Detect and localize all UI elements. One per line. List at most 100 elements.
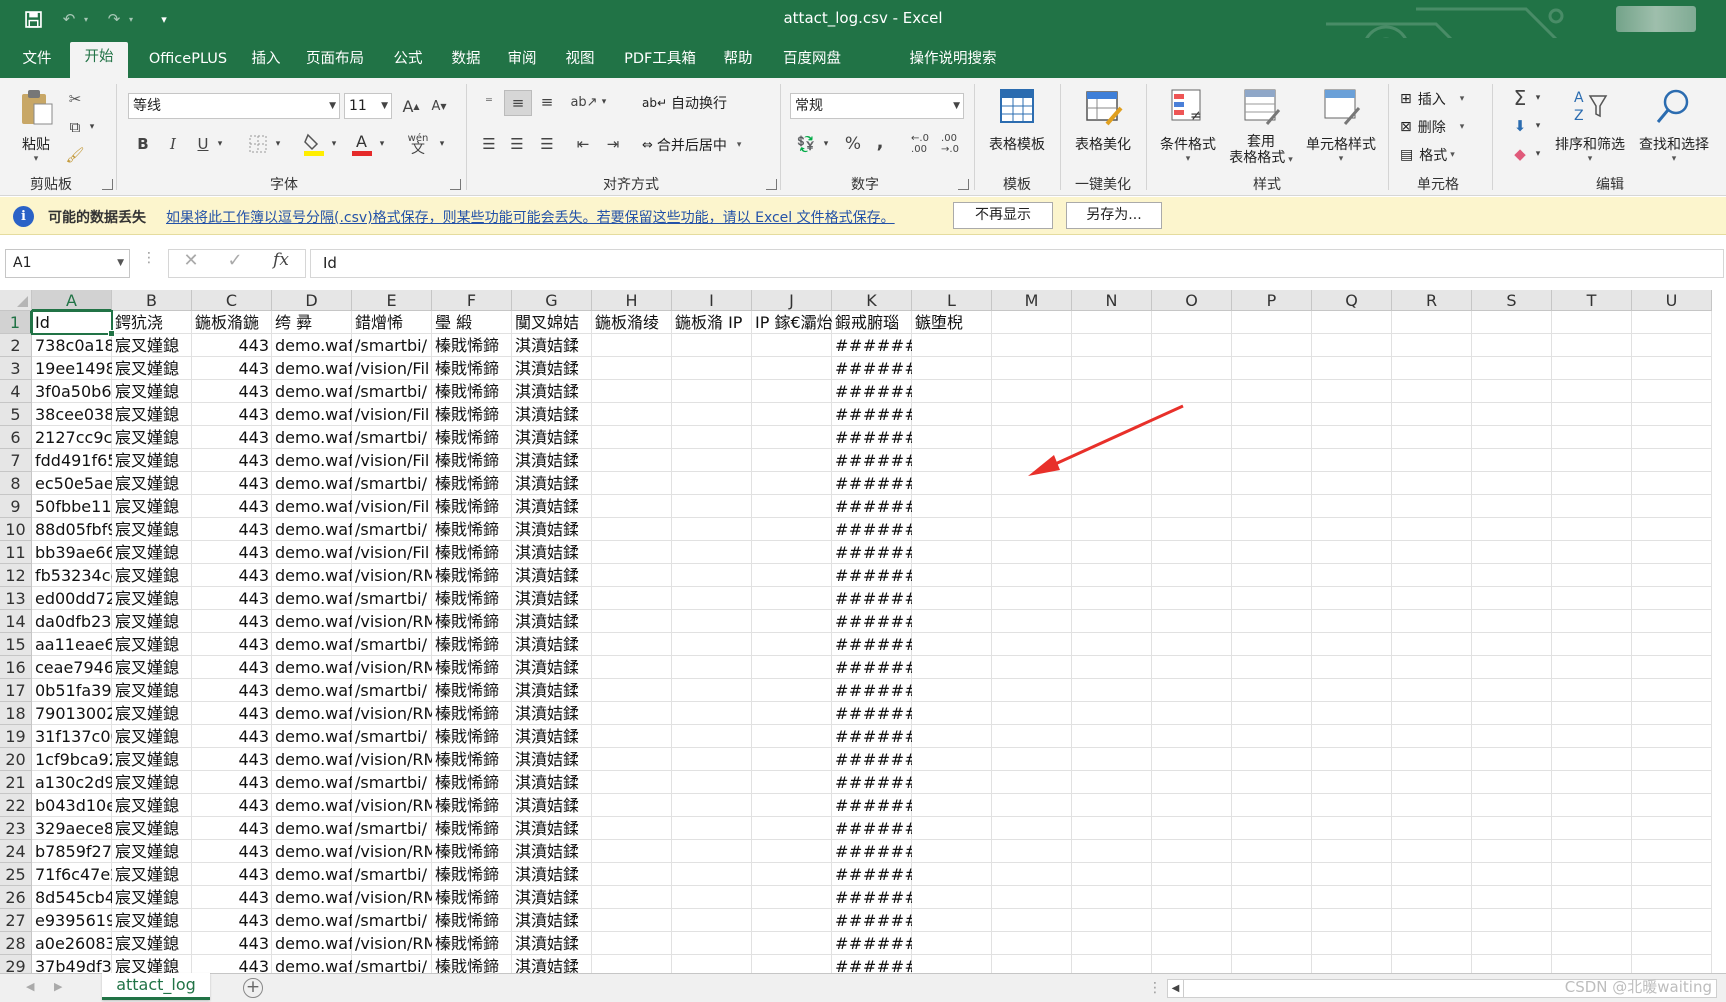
worksheet-grid[interactable]: ABCDEFGHIJKLMNOPQRSTU 1 2 3 4 5 6 7 8 9 10 11 12 13 1… xyxy=(0,290,1726,973)
cell[interactable]: ###### xyxy=(832,863,912,886)
cell[interactable]: 榛戝悕鍗 xyxy=(432,564,512,587)
row-header[interactable]: 12 xyxy=(0,564,32,587)
cell[interactable]: demo.waf xyxy=(272,403,352,426)
cell[interactable]: 榛戝悕鍗 xyxy=(432,909,512,932)
cell[interactable]: 443 xyxy=(192,771,272,794)
cell[interactable]: ec50e5ae7 xyxy=(32,472,112,495)
copy-dropdown-icon[interactable]: ▾ xyxy=(86,116,98,138)
cell[interactable]: ###### xyxy=(832,472,912,495)
find-select-button[interactable]: 查找和选择 ▾ xyxy=(1634,86,1714,164)
cell[interactable]: 宸叉嫤鎴 xyxy=(112,886,192,909)
cell[interactable]: e9395619f xyxy=(32,909,112,932)
cell[interactable]: 443 xyxy=(192,449,272,472)
column-header-l[interactable]: L xyxy=(912,290,992,311)
cell[interactable]: 443 xyxy=(192,426,272,449)
row-header[interactable]: 7 xyxy=(0,449,32,472)
cell[interactable]: /smartbi/ xyxy=(352,725,432,748)
cell[interactable]: ###### xyxy=(832,886,912,909)
align-left-icon[interactable]: ☰ xyxy=(476,132,502,156)
cell[interactable]: 宸叉嫤鎴 xyxy=(112,748,192,771)
cell[interactable]: demo.waf xyxy=(272,702,352,725)
cell[interactable]: 宸叉嫤鎴 xyxy=(112,610,192,633)
increase-decimal-icon[interactable]: ←.0.00 xyxy=(906,132,934,156)
cell[interactable]: 38cee0382 xyxy=(32,403,112,426)
cell[interactable]: 443 xyxy=(192,610,272,633)
cell[interactable]: 443 xyxy=(192,863,272,886)
cell[interactable]: /smartbi/ xyxy=(352,426,432,449)
cell[interactable]: 443 xyxy=(192,495,272,518)
cell[interactable]: demo.waf xyxy=(272,817,352,840)
cell[interactable]: 榛戝悕鍗 xyxy=(432,840,512,863)
cell[interactable]: 宸叉嫤鎴 xyxy=(112,518,192,541)
cell[interactable]: aa11eae6c xyxy=(32,633,112,656)
cell[interactable]: 443 xyxy=(192,564,272,587)
cell[interactable]: 71f6c47e2 xyxy=(32,863,112,886)
number-format-combo[interactable]: 常规 ▼ xyxy=(790,93,964,119)
column-header-a[interactable]: A xyxy=(32,290,112,311)
cell[interactable]: IP 鎵€灞炲 xyxy=(752,311,832,334)
row-header[interactable]: 22 xyxy=(0,794,32,817)
cell[interactable]: 鍜戒腑瑙 xyxy=(832,311,912,334)
tab-pdf-tools[interactable]: PDF工具箱 xyxy=(618,48,702,78)
cell[interactable]: 绔 彛 xyxy=(272,311,352,334)
cell[interactable]: 淇濆姞鍒 xyxy=(512,725,632,748)
merge-center-button[interactable]: ⇔ 合并后居中 ▾ xyxy=(642,134,741,156)
cell[interactable]: 宸叉嫤鎴 xyxy=(112,472,192,495)
column-header-k[interactable]: K xyxy=(832,290,912,311)
cell[interactable]: 宸叉嫤鎴 xyxy=(112,587,192,610)
cell[interactable]: /smartbi/ xyxy=(352,817,432,840)
cell[interactable]: 淇濆姞鍒 xyxy=(512,403,632,426)
cell[interactable]: demo.waf xyxy=(272,932,352,955)
cell[interactable]: 443 xyxy=(192,886,272,909)
cell[interactable]: 宸叉嫤鎴 xyxy=(112,449,192,472)
cell[interactable]: /smartbi/ xyxy=(352,633,432,656)
cell[interactable]: demo.waf xyxy=(272,357,352,380)
cell[interactable]: demo.waf xyxy=(272,863,352,886)
autosum-dropdown-icon[interactable]: ▾ xyxy=(1532,86,1544,110)
decrease-indent-icon[interactable]: ⇤ xyxy=(570,132,596,156)
cell[interactable]: /vision/RM xyxy=(352,932,432,955)
row-header[interactable]: 3 xyxy=(0,357,32,380)
insert-cells-button[interactable]: ⊞ 插入 ▾ xyxy=(1400,88,1464,110)
cell[interactable]: 榛戝悕鍗 xyxy=(432,817,512,840)
row-header[interactable]: 27 xyxy=(0,909,32,932)
cell[interactable]: Id xyxy=(32,311,112,334)
cell[interactable]: /vision/RM xyxy=(352,794,432,817)
row-header[interactable]: 18 xyxy=(0,702,32,725)
autosum-icon[interactable]: Σ xyxy=(1508,86,1532,110)
row-header[interactable]: 4 xyxy=(0,380,32,403)
align-center-icon[interactable]: ☰ xyxy=(504,132,530,156)
align-top-icon[interactable]: ⁼ xyxy=(476,90,502,114)
row-header[interactable]: 21 xyxy=(0,771,32,794)
row-header[interactable]: 13 xyxy=(0,587,32,610)
fill-handle[interactable] xyxy=(108,330,115,337)
cell[interactable]: 2127cc9c1 xyxy=(32,426,112,449)
column-header-p[interactable]: P xyxy=(1232,290,1312,311)
cell[interactable]: 宸叉嫤鎴 xyxy=(112,426,192,449)
cell[interactable]: 淇濆姞鍒 xyxy=(512,656,632,679)
more-options-icon[interactable]: ⋮ xyxy=(142,250,156,276)
cell[interactable]: 宸叉嫤鎴 xyxy=(112,863,192,886)
sort-filter-button[interactable]: AZ 排序和筛选 ▾ xyxy=(1552,86,1628,164)
cell[interactable]: ###### xyxy=(832,702,912,725)
align-right-icon[interactable]: ☰ xyxy=(534,132,560,156)
tell-me-search[interactable]: 操作说明搜索 xyxy=(900,48,1006,78)
cell[interactable]: demo.waf xyxy=(272,518,352,541)
borders-dropdown-icon[interactable]: ▾ xyxy=(272,132,284,156)
alignment-dialog-launcher-icon[interactable] xyxy=(766,179,777,190)
format-as-table-button[interactable]: 套用 表格格式 ▾ xyxy=(1222,86,1300,168)
row-header[interactable]: 11 xyxy=(0,541,32,564)
scroll-sheets-left-icon[interactable]: ◀ xyxy=(26,980,34,993)
cell[interactable]: 443 xyxy=(192,748,272,771)
align-middle-icon[interactable]: ≡ xyxy=(504,90,532,116)
row-header[interactable]: 16 xyxy=(0,656,32,679)
cell[interactable]: 淇濆姞鍒 xyxy=(512,357,632,380)
cell[interactable]: demo.waf xyxy=(272,472,352,495)
cell[interactable]: 淇濆姞鍒 xyxy=(512,886,632,909)
formula-input[interactable]: Id xyxy=(310,249,1724,278)
column-header-r[interactable]: R xyxy=(1392,290,1472,311)
column-header-d[interactable]: D xyxy=(272,290,352,311)
cell[interactable]: 329aece88 xyxy=(32,817,112,840)
clear-eraser-icon[interactable]: ◆ xyxy=(1508,142,1532,166)
cell[interactable]: 宸叉嫤鎴 xyxy=(112,794,192,817)
